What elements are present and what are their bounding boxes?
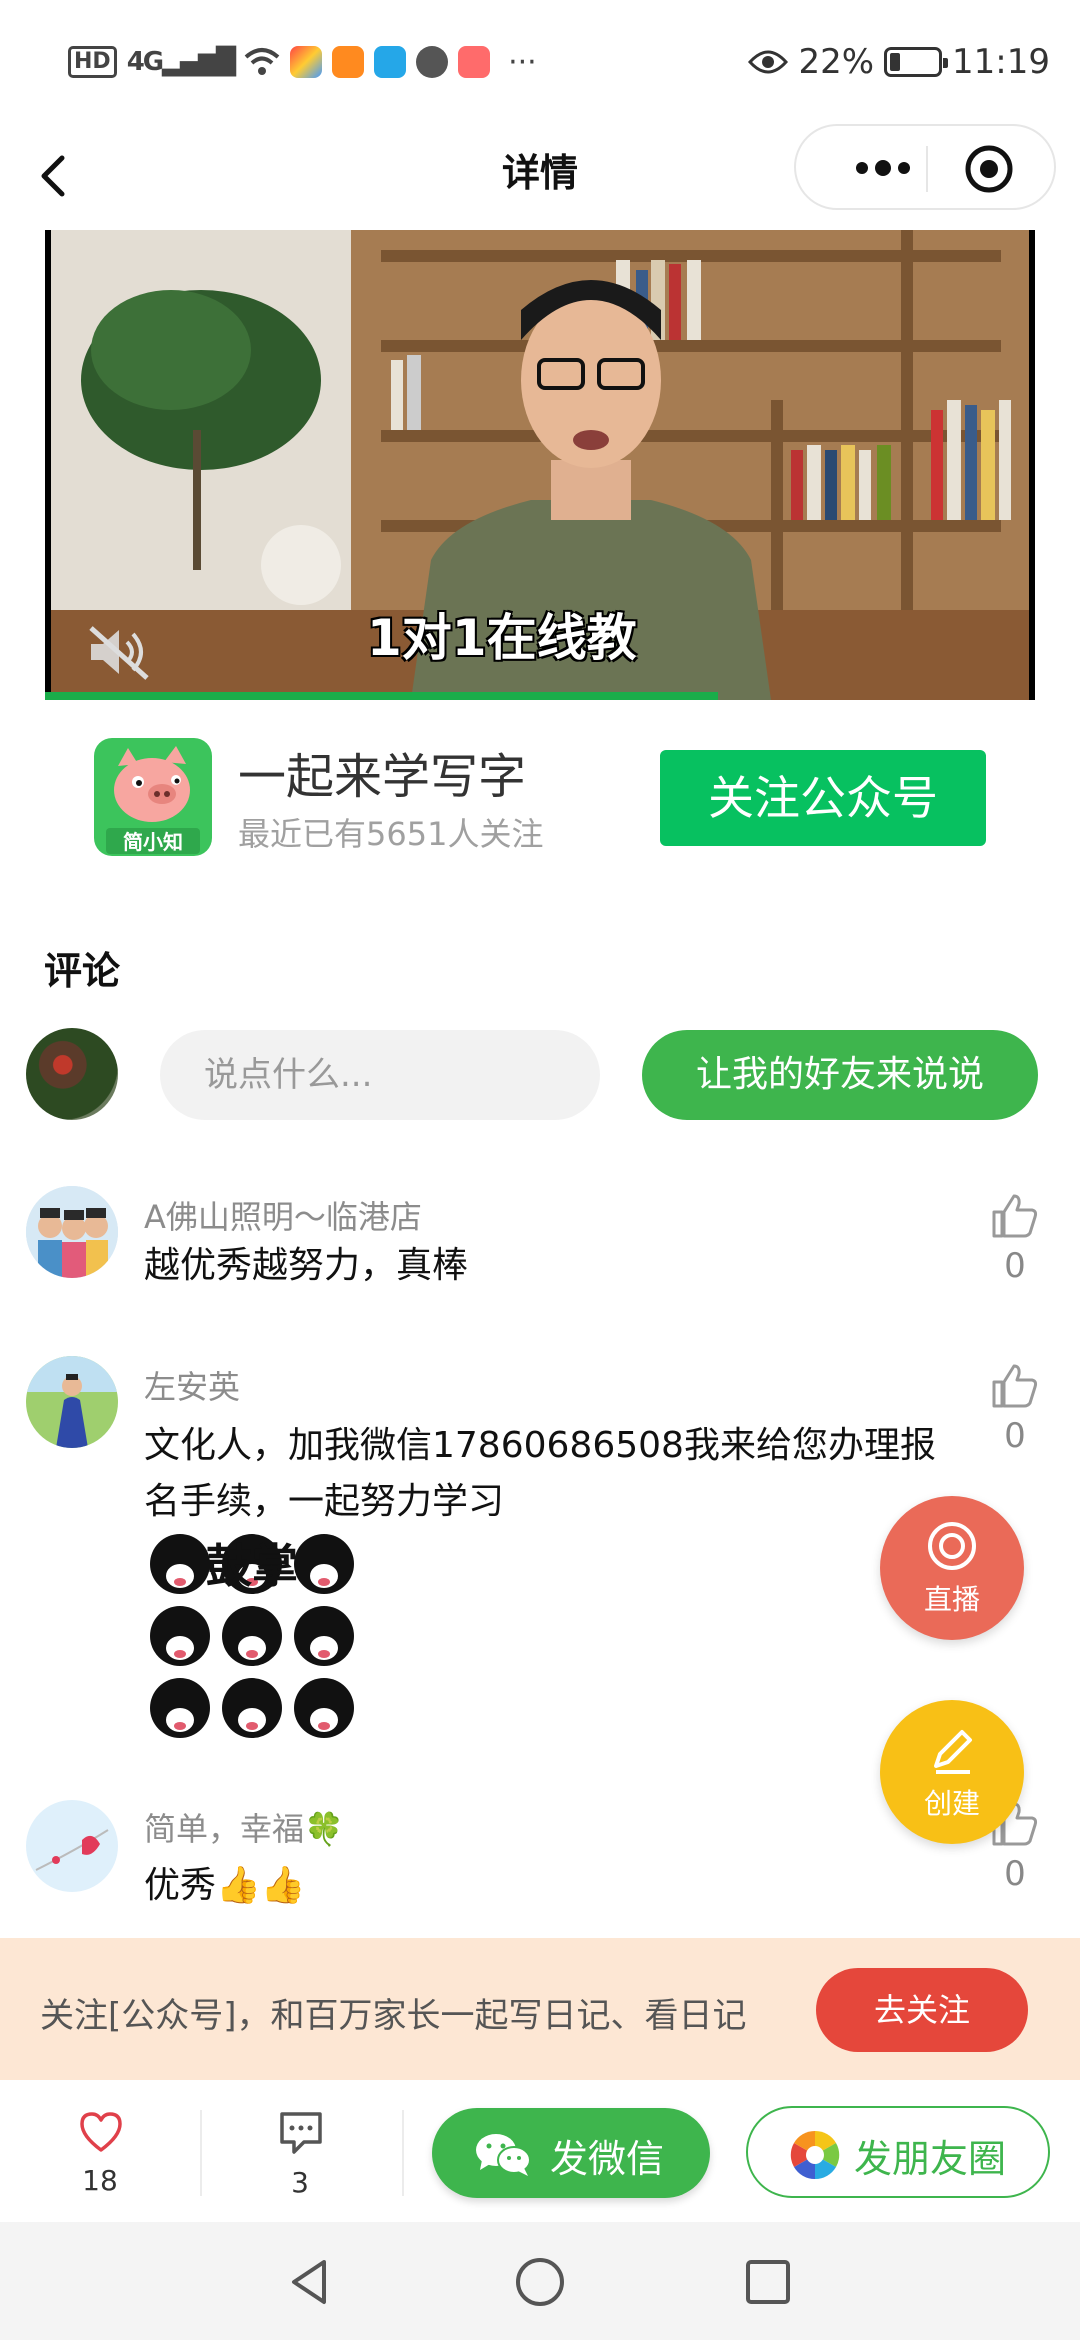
commenter-avatar	[26, 1186, 118, 1278]
book-app-notification-icon	[374, 46, 407, 78]
capsule-divider	[926, 146, 928, 192]
applause-sticker-image[interactable]: 鼓掌	[144, 1528, 360, 1744]
commenter-name: A佛山照明～临港店	[144, 1198, 422, 1236]
follow-account-button[interactable]: 关注公众号	[660, 750, 986, 846]
status-bar: HD 4G▂▄▆█ ··· 22% 11:19	[0, 0, 1080, 120]
comment-like-count: 0	[1004, 1854, 1026, 1894]
status-right: 22% 11:19	[748, 38, 1050, 86]
create-button[interactable]: 创建	[880, 1700, 1024, 1844]
video-progress-bar[interactable]	[45, 692, 719, 700]
nav-back-icon[interactable]	[282, 2254, 338, 2310]
close-miniprogram-icon[interactable]	[964, 144, 1014, 194]
comment-input[interactable]: 说点什么...	[160, 1030, 600, 1120]
account-followers: 最近已有5651人关注	[238, 815, 544, 853]
share-moments-button[interactable]: 发朋友圈	[746, 2106, 1050, 2198]
comment-like-count: 0	[1004, 1416, 1026, 1456]
comment-bubble-icon	[280, 2112, 322, 2154]
official-account-card: 简小知 一起来学写字 最近已有5651人关注 关注公众号	[0, 715, 1080, 875]
clock: 11:19	[952, 42, 1050, 82]
commenter-avatar	[26, 1800, 118, 1892]
heart-icon	[80, 2112, 122, 2152]
miniprogram-capsule	[794, 124, 1056, 210]
avatar-photo	[26, 1356, 118, 1448]
network-label: 4G	[126, 47, 164, 77]
hd-indicator: HD	[68, 46, 117, 78]
comment-text: 文化人，加我微信17860686508我来给您办理报名手续，一起努力学习	[144, 1425, 936, 1522]
comment-like-count: 0	[1004, 1246, 1026, 1286]
status-left: HD 4G▂▄▆█ ···	[68, 40, 537, 84]
avatar-photo	[26, 1800, 118, 1892]
comment-like-button[interactable]: 0	[990, 1192, 1040, 1286]
nav-home-icon[interactable]	[512, 2254, 568, 2310]
banner-follow-button[interactable]: 去关注	[816, 1968, 1028, 2052]
comment-button[interactable]: 3	[200, 2080, 400, 2222]
system-nav-bar	[0, 2222, 1080, 2340]
my-avatar	[26, 1028, 118, 1120]
account-name: 一起来学写字	[238, 749, 527, 805]
share-moments-label: 发朋友圈	[854, 2137, 1007, 2181]
comment-text: 优秀👍👍	[144, 1865, 306, 1906]
mute-icon[interactable]	[85, 622, 155, 682]
live-button[interactable]: 直播	[880, 1496, 1024, 1640]
video-player[interactable]: 1对1在线教	[45, 230, 1035, 700]
invite-friends-comment-button[interactable]: 让我的好友来说说	[642, 1030, 1038, 1120]
thumbs-up-icon	[992, 1364, 1038, 1408]
comments-heading: 评论	[44, 949, 121, 993]
send-wechat-label: 发微信	[550, 2137, 665, 2181]
create-label: 创建	[923, 1787, 980, 1820]
wechat-icon	[476, 2134, 531, 2176]
commenter-name: 左安英	[144, 1368, 241, 1406]
video-app-notification-icon	[332, 46, 365, 78]
nav-recents-icon[interactable]	[740, 2254, 796, 2310]
comment-count: 3	[291, 2166, 309, 2199]
battery-icon	[884, 47, 949, 77]
more-notifications-icon: ···	[508, 44, 537, 80]
eye-icon	[748, 50, 789, 74]
moments-aperture-icon	[790, 2130, 840, 2180]
network-indicator: 4G▂▄▆█	[126, 47, 236, 77]
avatar-photo	[26, 1186, 118, 1278]
pencil-icon	[934, 1730, 972, 1774]
battery-fill	[890, 53, 901, 71]
commenter-name: 简单，幸福🍀	[144, 1810, 344, 1848]
banner-text: 关注[公众号]，和百万家长一起写日记、看日记	[40, 1996, 747, 2036]
nav-bar: 详情	[0, 120, 1080, 230]
account-logo-text: 简小知	[123, 830, 183, 854]
account-logo: 简小知	[94, 738, 212, 856]
comment-like-button[interactable]: 0	[990, 1362, 1040, 1456]
mail-app-notification-icon	[458, 46, 491, 78]
like-button[interactable]: 18	[0, 2080, 200, 2222]
wifi-icon	[244, 48, 280, 75]
bottom-action-bar: 18 3 发微信 发朋友圈	[0, 2080, 1080, 2222]
action-separator	[402, 2110, 404, 2196]
live-icon	[928, 1522, 976, 1570]
commenter-avatar	[26, 1356, 118, 1448]
send-wechat-button[interactable]: 发微信	[432, 2108, 710, 2198]
browser-app-notification-icon	[416, 46, 449, 78]
battery-percent: 22%	[798, 42, 875, 82]
comment-text: 越优秀越努力，真棒	[144, 1245, 469, 1286]
thumbs-up-icon	[992, 1194, 1038, 1238]
video-caption: 1对1在线教	[367, 609, 637, 667]
sticker-caption: 鼓掌	[206, 1539, 298, 1593]
like-count: 18	[82, 2164, 118, 2197]
live-label: 直播	[923, 1583, 980, 1616]
more-menu-icon[interactable]	[848, 148, 918, 188]
follow-banner: 关注[公众号]，和百万家长一起写日记、看日记 去关注	[0, 1938, 1080, 2080]
app-notification-icon	[290, 46, 323, 78]
